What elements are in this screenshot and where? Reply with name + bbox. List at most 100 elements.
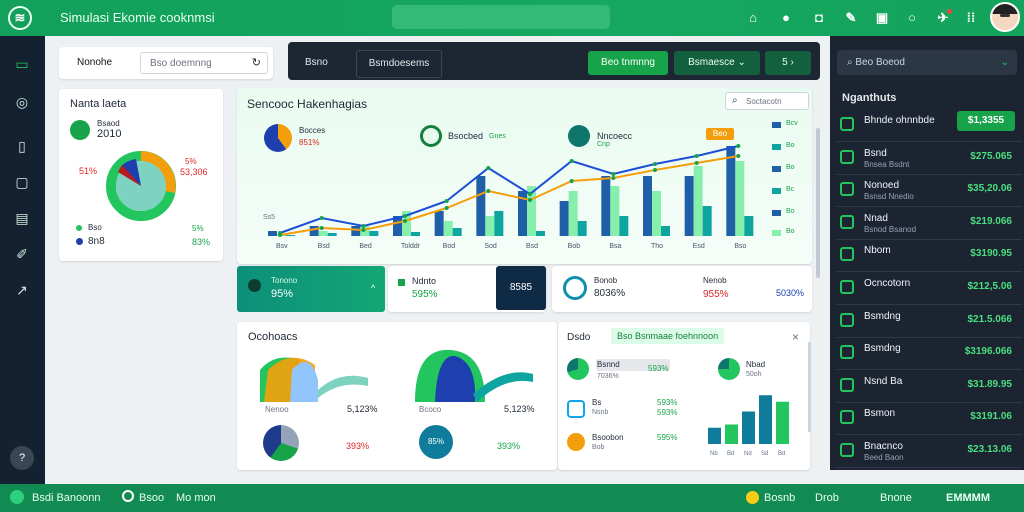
right-panel-row[interactable]: Nnad Bsnod Bsanod $219.066 xyxy=(836,206,1022,240)
kpi-tile-value: 95% xyxy=(271,288,294,300)
right-search-input[interactable]: ⌕ Beo Boeod ⌄ xyxy=(837,50,1017,75)
share-icon[interactable]: ↗ xyxy=(12,280,32,300)
chart-scrollbar[interactable] xyxy=(816,128,820,278)
small-button-label: 5 xyxy=(782,57,788,68)
search-placeholder: Bso doemnng xyxy=(150,58,212,69)
bl-label-1: Nenoo xyxy=(265,405,289,414)
legend-label-1: Bso xyxy=(88,223,102,232)
summary-donut xyxy=(106,151,176,221)
right-panel-row[interactable]: Bhnde ohnnbde xyxy=(836,108,1022,142)
primary-button[interactable]: Beo tnmnng xyxy=(588,51,668,75)
chart-bar xyxy=(268,231,277,236)
chart-bar xyxy=(452,228,462,236)
dark-tab-2[interactable]: Bsmdoesems xyxy=(356,50,442,78)
dropdown-button[interactable]: Bsmaesce ⌄ xyxy=(674,51,760,75)
mini-bar xyxy=(725,424,738,444)
row-value: $212,5.06 xyxy=(967,281,1013,292)
chart-search-input[interactable]: ⌕ Soctacotn xyxy=(725,92,809,110)
help-button[interactable]: ? xyxy=(10,446,34,470)
top-search-input[interactable] xyxy=(392,5,610,29)
kpi-tile-label: Tonono xyxy=(271,276,298,285)
chart-bar xyxy=(494,211,504,236)
br-tab-1[interactable]: Dsdo xyxy=(567,332,590,343)
right-panel-row[interactable]: Nbom $3190.95 xyxy=(836,238,1022,273)
right-panel-row[interactable]: Bnacnco Beed Baon $23.13.06 xyxy=(836,434,1022,468)
summary-right-label: 5% xyxy=(185,157,197,166)
dark-tab-1[interactable]: Bsno xyxy=(305,57,328,68)
chevron-down-icon: ⌄ xyxy=(1000,57,1009,68)
chat-icon[interactable]: ● xyxy=(777,9,795,27)
kpi-tile-3[interactable]: 8585 xyxy=(496,266,546,310)
status-r4[interactable]: EMMMM xyxy=(946,492,990,504)
x-tick-label: Bod xyxy=(443,243,456,250)
trophy-icon[interactable]: ▣ xyxy=(873,9,891,27)
chart-bar xyxy=(619,216,629,236)
status-r1[interactable]: Bosnb xyxy=(764,492,795,504)
br-item-icon xyxy=(567,400,585,418)
chart-point xyxy=(694,161,699,165)
legend-value-2: 8n8 xyxy=(88,236,105,247)
document-icon[interactable]: ▤ xyxy=(12,208,32,228)
br-right-sub: 50oh xyxy=(746,371,762,378)
grid-icon[interactable]: ⁞⁞ xyxy=(962,9,980,27)
kpi-tile-icon xyxy=(248,279,261,292)
app-logo-icon[interactable]: ≋ xyxy=(8,6,32,30)
chart-bar xyxy=(568,191,578,236)
chart-icon[interactable]: ▭ xyxy=(12,54,32,74)
status-mid-2[interactable]: Mo mon xyxy=(176,492,216,504)
row-value: $3196.066 xyxy=(964,346,1012,358)
row-icon xyxy=(840,443,854,457)
small-button[interactable]: 5 › xyxy=(765,51,811,75)
chart-bar xyxy=(735,161,745,236)
right-panel-row[interactable]: Nsnd Ba $31.89.95 xyxy=(836,369,1022,403)
right-panel-row[interactable]: Bsmon $3191.06 xyxy=(836,401,1022,436)
calendar-icon[interactable]: ▢ xyxy=(12,172,32,192)
status-icon xyxy=(10,490,24,504)
br-item-label: Bsoobon xyxy=(592,433,624,442)
row-icon xyxy=(840,182,854,197)
right-panel-row[interactable]: Bsmdng $21.5.066 xyxy=(836,304,1022,338)
chart-bar xyxy=(661,226,670,236)
mini-pie-2: 85% xyxy=(419,425,453,459)
globe-icon[interactable]: ◎ xyxy=(12,92,32,112)
tab-main[interactable]: Nonohe xyxy=(77,57,112,68)
right-panel-row[interactable]: Bsmdng $3196.066 xyxy=(836,336,1022,371)
book-icon[interactable]: ▯ xyxy=(12,136,32,156)
row-name: Bhnde ohnnbde xyxy=(864,115,935,126)
close-icon[interactable]: × xyxy=(792,330,799,344)
right-panel-row[interactable]: Nonoed Bsnsd Nnedio $35,20.06 xyxy=(836,173,1022,208)
kpi-tile-value: 5030% xyxy=(776,288,805,298)
br-right-label: Nbad xyxy=(746,360,766,369)
x-tick-label: Tho xyxy=(651,243,663,250)
status-r3[interactable]: Bnone xyxy=(880,492,912,504)
chart-point xyxy=(444,199,449,203)
building-icon[interactable]: ⌂ xyxy=(744,9,762,27)
chart-point xyxy=(528,198,532,202)
right-panel-row[interactable]: Bsnd Bnsea Bsdnt $275.065 xyxy=(836,141,1022,175)
summary-title: Nanta laeta xyxy=(70,98,127,110)
edit-icon[interactable]: ✐ xyxy=(12,244,32,264)
toolbar-search-input[interactable]: Bso doemnng ↻ xyxy=(140,52,268,74)
status-mid-1[interactable]: Bsoo xyxy=(139,492,164,504)
chevron-up-icon[interactable]: ^ xyxy=(371,283,375,293)
app-title: Simulasi Ekomie cooknmsi xyxy=(60,10,215,25)
circle-icon[interactable]: ○ xyxy=(903,9,921,27)
row-icon xyxy=(840,247,854,262)
chart-point xyxy=(486,189,491,193)
refresh-icon[interactable]: ↻ xyxy=(252,56,261,69)
br-tab-2[interactable]: Bso Bsnmaae foehnnoon xyxy=(611,328,725,344)
shield-icon[interactable]: ◘ xyxy=(810,9,828,27)
bottom-scrollbar[interactable] xyxy=(808,342,811,432)
row-value: $21.5.066 xyxy=(967,313,1013,325)
row-name: Bsmdng xyxy=(864,343,901,355)
user-avatar[interactable] xyxy=(990,2,1020,32)
chart-point xyxy=(736,154,741,158)
right-panel-row[interactable]: Ocncotorn $212,5.06 xyxy=(836,271,1022,305)
kpi-tile-4[interactable] xyxy=(552,266,812,312)
chart-point xyxy=(319,216,324,220)
bell-icon[interactable]: ✈ xyxy=(934,9,952,27)
wrench-icon[interactable]: ✎ xyxy=(842,9,860,27)
status-left[interactable]: Bsdi Banoonn xyxy=(32,492,101,504)
chart-point xyxy=(569,159,574,163)
status-r2[interactable]: Drob xyxy=(815,492,839,504)
